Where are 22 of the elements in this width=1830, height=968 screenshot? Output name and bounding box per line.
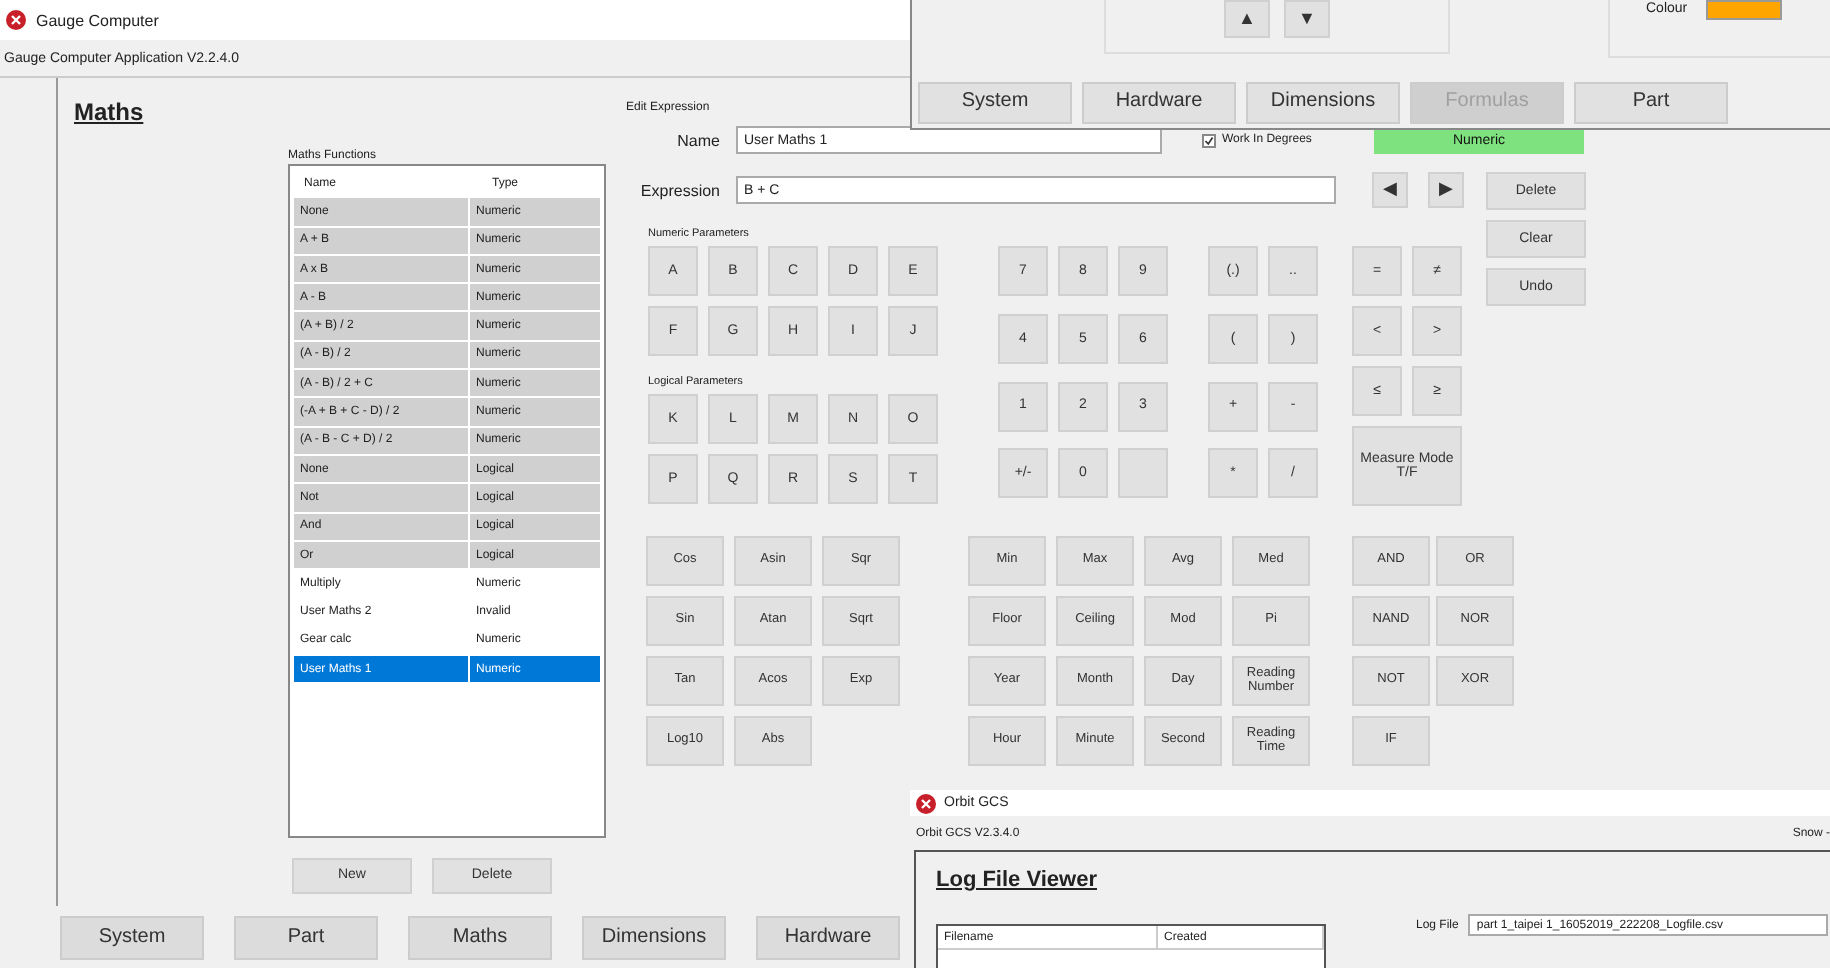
functions-list[interactable]: [288, 164, 606, 838]
field-label: Expression: [638, 181, 722, 199]
checkbox[interactable]: [1202, 133, 1216, 147]
colour-swatch[interactable]: [1705, 0, 1782, 20]
tab[interactable]: Part: [1574, 82, 1728, 124]
field-label: Name: [675, 131, 722, 149]
page-heading: Log File Viewer: [936, 868, 1097, 892]
tab[interactable]: System: [60, 916, 204, 960]
order-button[interactable]: ▲: [1224, 0, 1270, 38]
cursor-button[interactable]: ◀: [1372, 172, 1408, 208]
page-heading: Maths: [74, 98, 144, 126]
tab[interactable]: Maths: [408, 916, 552, 960]
cursor-button[interactable]: ▶: [1428, 172, 1464, 208]
window-title: Gauge Computer: [36, 11, 159, 29]
order-button[interactable]: ▼: [1284, 0, 1330, 38]
tab[interactable]: Dimensions: [582, 916, 726, 960]
tab[interactable]: Dimensions: [1246, 82, 1400, 124]
tab[interactable]: Hardware: [1082, 82, 1236, 124]
tab[interactable]: Hardware: [756, 916, 900, 960]
tab[interactable]: System: [918, 82, 1072, 124]
tab[interactable]: Part: [234, 916, 378, 960]
app-logo-icon: [6, 10, 26, 30]
